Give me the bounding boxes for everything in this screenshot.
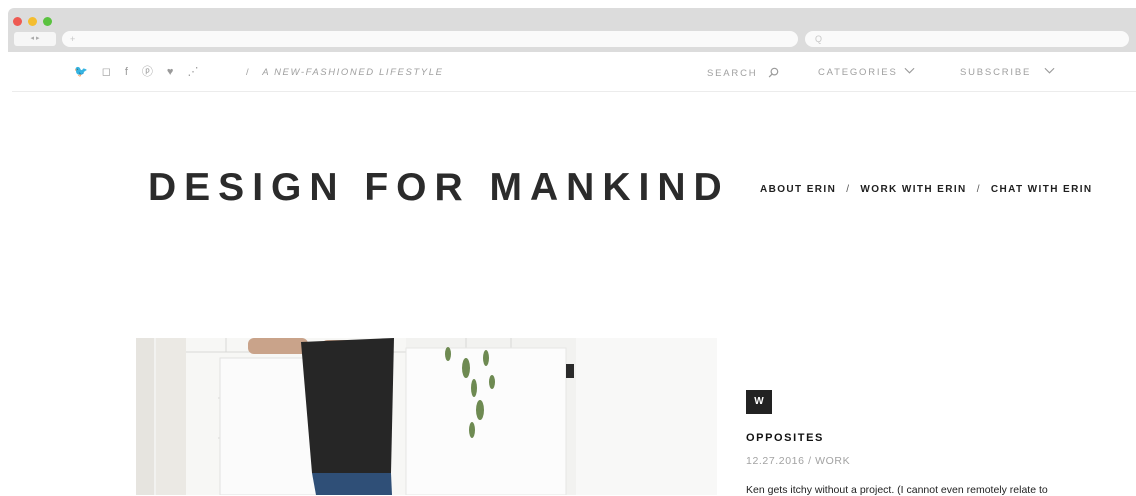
heart-icon[interactable]: ♥ — [167, 66, 174, 78]
instagram-icon[interactable]: ◻ — [102, 66, 111, 78]
category-badge[interactable]: W — [746, 390, 772, 414]
social-links: 🐦 ◻ f ⓟ ♥ ⋰ — [74, 66, 198, 78]
tagline-separator: / — [246, 67, 251, 78]
browser-chrome: ◂ ▸ + Q — [8, 8, 1136, 52]
main-navigation: ABOUT ERIN / WORK WITH ERIN / CHAT WITH ERIN — [760, 184, 1093, 195]
nav-separator: / — [846, 184, 851, 195]
post-date-category: 12.27.2016 / WORK — [746, 455, 851, 467]
browser-search-field[interactable]: Q — [805, 31, 1129, 47]
chevron-down-icon — [1044, 67, 1055, 74]
categories-dropdown[interactable]: CATEGORIES — [818, 67, 915, 78]
search-link[interactable]: SEARCH — [707, 67, 779, 79]
chevron-down-icon — [904, 67, 915, 74]
tagline-text: A NEW-FASHIONED LIFESTYLE — [262, 67, 444, 78]
address-bar[interactable]: + — [62, 31, 798, 47]
post-title[interactable]: OPPOSITES — [746, 432, 824, 444]
post-featured-image[interactable] — [136, 338, 717, 495]
nav-chat-with-erin[interactable]: CHAT WITH ERIN — [991, 184, 1093, 195]
facebook-icon[interactable]: f — [125, 66, 128, 78]
nav-work-with-erin[interactable]: WORK WITH ERIN — [860, 184, 966, 195]
maximize-window-button[interactable] — [43, 17, 52, 26]
site-tagline: / A NEW-FASHIONED LIFESTYLE — [246, 67, 444, 78]
minimize-window-button[interactable] — [28, 17, 37, 26]
subscribe-label: SUBSCRIBE — [960, 67, 1032, 78]
search-label: SEARCH — [707, 68, 758, 79]
twitter-icon[interactable]: 🐦 — [74, 66, 88, 78]
search-icon — [768, 67, 779, 78]
photo-illustration — [136, 338, 717, 495]
nav-about-erin[interactable]: ABOUT ERIN — [760, 184, 836, 195]
back-forward-buttons[interactable]: ◂ ▸ — [14, 32, 56, 46]
subscribe-dropdown[interactable]: SUBSCRIBE — [960, 67, 1055, 78]
nav-separator: / — [976, 184, 981, 195]
close-window-button[interactable] — [13, 17, 22, 26]
categories-label: CATEGORIES — [818, 67, 898, 78]
post-excerpt: Ken gets itchy without a project. (I can… — [746, 484, 1048, 496]
top-navigation-bar: 🐦 ◻ f ⓟ ♥ ⋰ / A NEW-FASHIONED LIFESTYLE S… — [12, 53, 1136, 92]
rss-icon[interactable]: ⋰ — [187, 66, 198, 78]
pinterest-icon[interactable]: ⓟ — [142, 66, 153, 78]
site-logo[interactable]: DESIGN FOR MANKIND — [148, 166, 730, 210]
